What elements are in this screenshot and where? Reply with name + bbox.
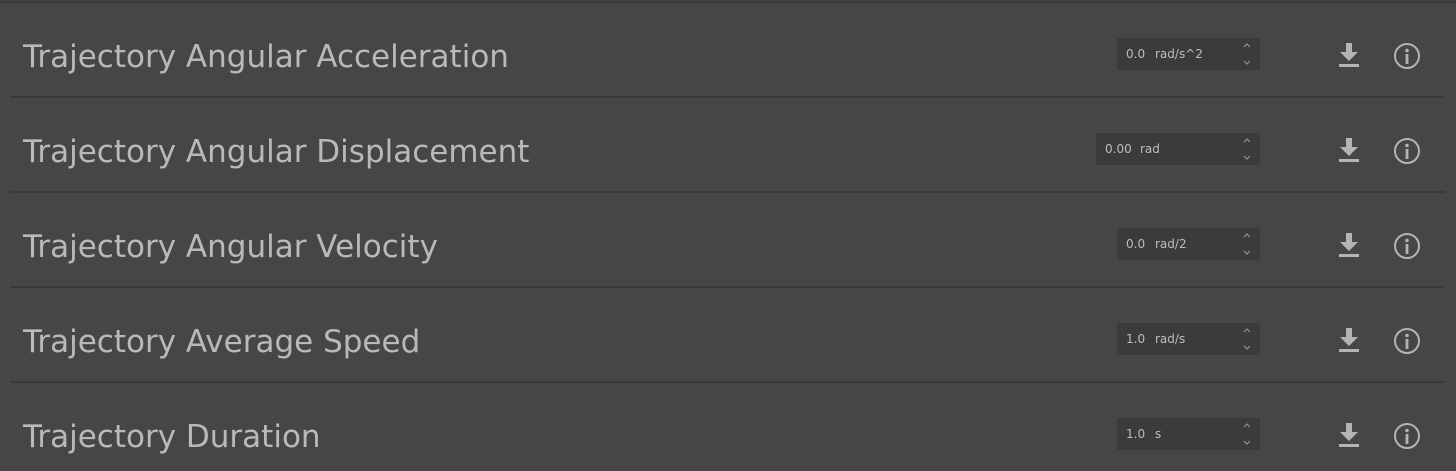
chevron-down-icon: [1243, 60, 1251, 65]
value-spinbox[interactable]: 0.00 rad: [1096, 133, 1260, 165]
value-spinbox[interactable]: 0.0 rad/s^2: [1117, 38, 1260, 70]
spin-arrows[interactable]: [1242, 41, 1252, 67]
info-icon[interactable]: [1393, 137, 1421, 165]
chevron-down-icon: [1243, 440, 1251, 445]
spin-arrows[interactable]: [1242, 136, 1252, 162]
download-icon[interactable]: [1337, 327, 1361, 353]
value-number: 1.0: [1126, 332, 1146, 346]
info-icon[interactable]: [1393, 327, 1421, 355]
property-label: Trajectory Angular Velocity: [23, 229, 438, 265]
property-row-average-speed: Trajectory Average Speed 1.0 rad/s: [0, 288, 1456, 383]
property-label: Trajectory Angular Displacement: [23, 134, 530, 170]
spin-arrows[interactable]: [1242, 421, 1252, 447]
property-row-angular-displacement: Trajectory Angular Displacement 0.00 rad: [0, 98, 1456, 193]
download-icon[interactable]: [1337, 422, 1361, 448]
value-number: 0.0: [1126, 47, 1146, 61]
property-label: Trajectory Duration: [23, 419, 321, 455]
value-unit: rad/s^2: [1155, 47, 1203, 61]
chevron-up-icon: [1243, 233, 1251, 238]
value-number: 0.00: [1105, 142, 1132, 156]
info-icon[interactable]: [1393, 422, 1421, 450]
chevron-up-icon: [1243, 423, 1251, 428]
value-unit: rad/s: [1155, 332, 1186, 346]
chevron-up-icon: [1243, 138, 1251, 143]
info-icon[interactable]: [1393, 42, 1421, 70]
property-label: Trajectory Angular Acceleration: [23, 39, 509, 75]
chevron-up-icon: [1243, 328, 1251, 333]
chevron-down-icon: [1243, 250, 1251, 255]
property-row-angular-acceleration: Trajectory Angular Acceleration 0.0 rad/…: [0, 3, 1456, 98]
download-icon[interactable]: [1337, 232, 1361, 258]
property-list: Trajectory Angular Acceleration 0.0 rad/…: [0, 0, 1456, 471]
spin-arrows[interactable]: [1242, 231, 1252, 257]
value-spinbox[interactable]: 1.0 rad/s: [1117, 323, 1260, 355]
property-label: Trajectory Average Speed: [23, 324, 421, 360]
value-spinbox[interactable]: 1.0 s: [1117, 418, 1260, 450]
download-icon[interactable]: [1337, 137, 1361, 163]
download-icon[interactable]: [1337, 42, 1361, 68]
info-icon[interactable]: [1393, 232, 1421, 260]
value-unit: rad: [1140, 142, 1160, 156]
chevron-down-icon: [1243, 155, 1251, 160]
chevron-down-icon: [1243, 345, 1251, 350]
chevron-up-icon: [1243, 43, 1251, 48]
value-number: 0.0: [1126, 237, 1146, 251]
property-row-angular-velocity: Trajectory Angular Velocity 0.0 rad/2: [0, 193, 1456, 288]
value-number: 1.0: [1126, 427, 1146, 441]
value-unit: rad/2: [1155, 237, 1187, 251]
value-unit: s: [1155, 427, 1162, 441]
value-spinbox[interactable]: 0.0 rad/2: [1117, 228, 1260, 260]
spin-arrows[interactable]: [1242, 326, 1252, 352]
property-row-duration: Trajectory Duration 1.0 s: [0, 383, 1456, 471]
